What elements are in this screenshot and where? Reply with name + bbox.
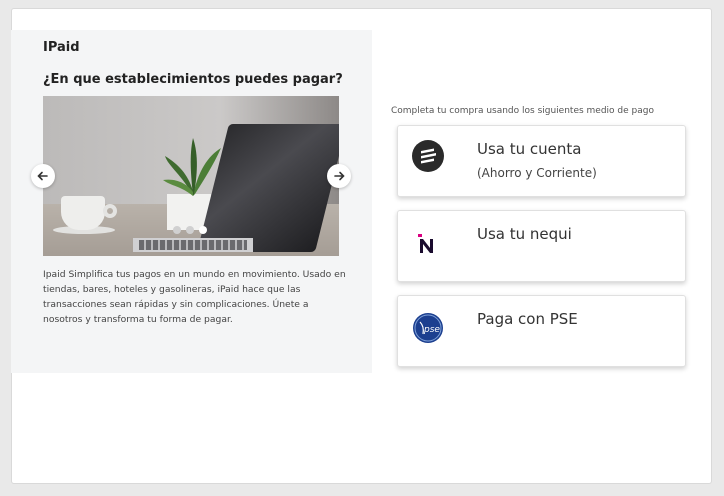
payment-option-pse[interactable]: pse Paga con PSE — [397, 295, 686, 367]
carousel-indicators — [173, 226, 207, 234]
arrow-right-icon — [334, 171, 345, 181]
option-label: Usa tu nequi — [477, 225, 572, 243]
description-text: Ipaid Simplifica tus pagos en un mundo e… — [43, 269, 346, 325]
carousel-prev-button[interactable] — [31, 164, 55, 188]
arrow-left-icon — [37, 171, 48, 181]
carousel-next-button[interactable] — [327, 164, 351, 188]
brand-title: IPaid — [43, 40, 80, 55]
payment-instruction: Completa tu compra usando los siguientes… — [391, 106, 654, 116]
coffee-cup-graphic — [61, 196, 105, 230]
payment-option-cuenta[interactable]: Usa tu cuenta (Ahorro y Corriente) — [397, 125, 686, 197]
section-question: ¿En que establecimientos puedes pagar? — [43, 72, 343, 87]
bank-account-icon — [412, 140, 444, 172]
option-label: Usa tu cuenta — [477, 140, 582, 158]
pse-logo-text: pse — [423, 325, 440, 335]
cup-handle-graphic — [103, 204, 117, 218]
nequi-logo-icon — [418, 234, 433, 253]
carousel-dot-2[interactable] — [186, 226, 194, 234]
option-sublabel: (Ahorro y Corriente) — [477, 166, 597, 180]
option-label: Paga con PSE — [477, 310, 578, 328]
svg-text:pse: pse — [423, 325, 440, 335]
carousel-dot-3[interactable] — [199, 226, 207, 234]
carousel-dot-1[interactable] — [173, 226, 181, 234]
keyboard-graphic — [139, 240, 247, 250]
payment-option-nequi[interactable]: Usa tu nequi — [397, 210, 686, 282]
